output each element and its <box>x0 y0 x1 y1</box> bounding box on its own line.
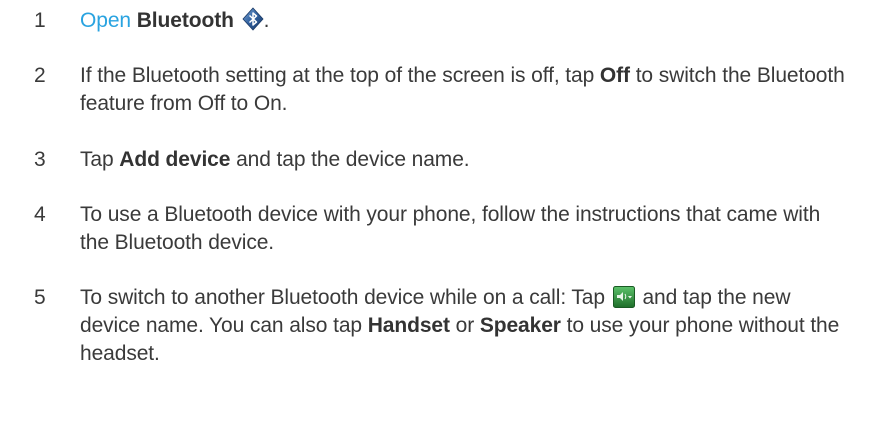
step-number: 1 <box>34 9 46 32</box>
off-label: Off <box>599 64 630 87</box>
open-link[interactable]: Open <box>80 9 131 32</box>
step-text: To switch to another Bluetooth device wh… <box>80 286 840 365</box>
step-text: Open Bluetooth . <box>80 7 270 32</box>
step-text: If the Bluetooth setting at the top of t… <box>80 64 845 115</box>
speaker-label: Speaker <box>479 314 561 337</box>
bluetooth-label: Bluetooth <box>136 9 234 32</box>
step-text: Tap Add device and tap the device name. <box>80 148 470 171</box>
audio-route-icon[interactable] <box>612 286 635 308</box>
step-number: 4 <box>34 203 46 226</box>
step-text: To use a Bluetooth device with your phon… <box>80 203 821 254</box>
add-device-label: Add device <box>119 148 231 171</box>
step-number: 5 <box>34 286 46 309</box>
step-number: 2 <box>34 64 46 87</box>
step-number: 3 <box>34 148 46 171</box>
bluetooth-icon <box>242 7 264 31</box>
handset-label: Handset <box>367 314 450 337</box>
